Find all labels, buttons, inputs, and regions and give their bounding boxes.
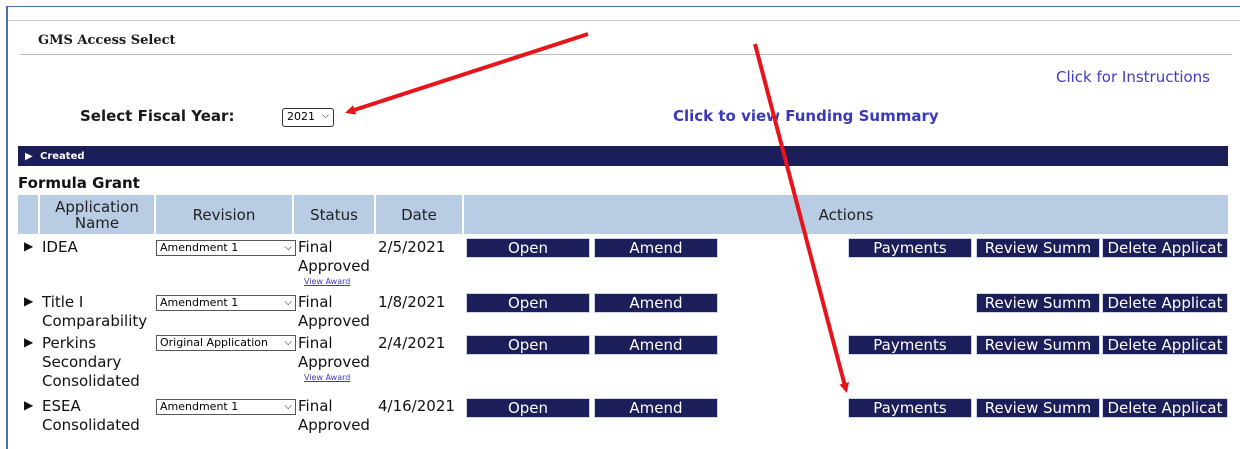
chevron-down-icon: ⌵ xyxy=(284,242,292,253)
delete-application-button[interactable]: Delete Applicat xyxy=(1102,398,1228,418)
title-divider xyxy=(20,54,1232,55)
instructions-link[interactable]: Click for Instructions xyxy=(1056,68,1210,86)
expand-triangle-icon: ▶ xyxy=(25,151,33,162)
revision-select[interactable]: Original Application ⌵ xyxy=(156,335,296,351)
status-line1: Final xyxy=(298,334,333,352)
expand-triangle-icon[interactable]: ▶ xyxy=(24,398,33,412)
chevron-down-icon: ⌵ xyxy=(284,337,292,348)
view-award-link[interactable]: View Award xyxy=(304,277,350,286)
status-line2: Approved xyxy=(298,353,370,371)
revision-value: Original Application xyxy=(160,336,269,349)
amend-button[interactable]: Amend xyxy=(594,293,718,313)
date: 1/8/2021 xyxy=(378,293,446,311)
column-header-actions: Actions xyxy=(464,195,1228,234)
column-header-revision: Revision xyxy=(156,195,292,234)
application-name: Title I xyxy=(42,293,84,311)
application-name-line2: Secondary xyxy=(42,353,122,371)
header-spacer xyxy=(18,195,38,234)
top-divider xyxy=(8,20,1240,21)
status-line2: Approved xyxy=(298,416,370,434)
review-summary-button[interactable]: Review Summ xyxy=(976,238,1100,258)
application-name: ESEA xyxy=(42,397,81,415)
date: 2/5/2021 xyxy=(378,238,446,256)
status-line1: Final xyxy=(298,397,333,415)
created-label: Created xyxy=(40,151,85,162)
status-line2: Approved xyxy=(298,257,370,275)
application-name: Perkins xyxy=(42,334,97,352)
application-name: IDEA xyxy=(42,238,78,256)
chevron-down-icon: ⌵ xyxy=(322,111,329,121)
amend-button[interactable]: Amend xyxy=(594,238,718,258)
open-button[interactable]: Open xyxy=(466,335,590,355)
column-header-date: Date xyxy=(376,195,462,234)
application-name-line2: Consolidated xyxy=(42,416,140,434)
date: 2/4/2021 xyxy=(378,334,446,352)
delete-application-button[interactable]: Delete Applicat xyxy=(1102,293,1228,313)
chevron-down-icon: ⌵ xyxy=(284,297,292,308)
delete-application-button[interactable]: Delete Applicat xyxy=(1102,238,1228,258)
amend-button[interactable]: Amend xyxy=(594,335,718,355)
open-button[interactable]: Open xyxy=(466,398,590,418)
amend-button[interactable]: Amend xyxy=(594,398,718,418)
funding-summary-link[interactable]: Click to view Funding Summary xyxy=(673,107,939,125)
review-summary-button[interactable]: Review Summ xyxy=(976,335,1100,355)
column-header-application-name: Application Name xyxy=(40,195,154,234)
review-summary-button[interactable]: Review Summ xyxy=(976,398,1100,418)
open-button[interactable]: Open xyxy=(466,293,590,313)
fiscal-year-select[interactable]: 2021 ⌵ xyxy=(282,108,334,127)
revision-value: Amendment 1 xyxy=(160,400,239,413)
column-header-status: Status xyxy=(294,195,374,234)
revision-select[interactable]: Amendment 1 ⌵ xyxy=(156,399,296,415)
created-section-bar[interactable]: ▶ Created xyxy=(18,146,1228,166)
review-summary-button[interactable]: Review Summ xyxy=(976,293,1100,313)
application-name-line2: Comparability xyxy=(42,312,148,330)
status-line1: Final xyxy=(298,238,333,256)
formula-grant-title: Formula Grant xyxy=(18,174,140,192)
view-award-link[interactable]: View Award xyxy=(304,373,350,382)
revision-select[interactable]: Amendment 1 ⌵ xyxy=(156,240,296,256)
revision-select[interactable]: Amendment 1 ⌵ xyxy=(156,295,296,311)
payments-button[interactable]: Payments xyxy=(848,238,972,258)
payments-button[interactable]: Payments xyxy=(848,335,972,355)
date: 4/16/2021 xyxy=(378,397,455,415)
status-line1: Final xyxy=(298,293,333,311)
delete-application-button[interactable]: Delete Applicat xyxy=(1102,335,1228,355)
status-line2: Approved xyxy=(298,312,370,330)
page-title: GMS Access Select xyxy=(38,33,176,48)
fiscal-year-value: 2021 xyxy=(287,110,315,123)
revision-value: Amendment 1 xyxy=(160,296,239,309)
expand-triangle-icon[interactable]: ▶ xyxy=(24,239,33,253)
expand-triangle-icon[interactable]: ▶ xyxy=(24,335,33,349)
expand-triangle-icon[interactable]: ▶ xyxy=(24,294,33,308)
revision-value: Amendment 1 xyxy=(160,241,239,254)
open-button[interactable]: Open xyxy=(466,238,590,258)
payments-button[interactable]: Payments xyxy=(848,398,972,418)
chevron-down-icon: ⌵ xyxy=(284,401,292,412)
fiscal-year-label: Select Fiscal Year: xyxy=(80,107,235,125)
application-name-line3: Consolidated xyxy=(42,372,140,390)
